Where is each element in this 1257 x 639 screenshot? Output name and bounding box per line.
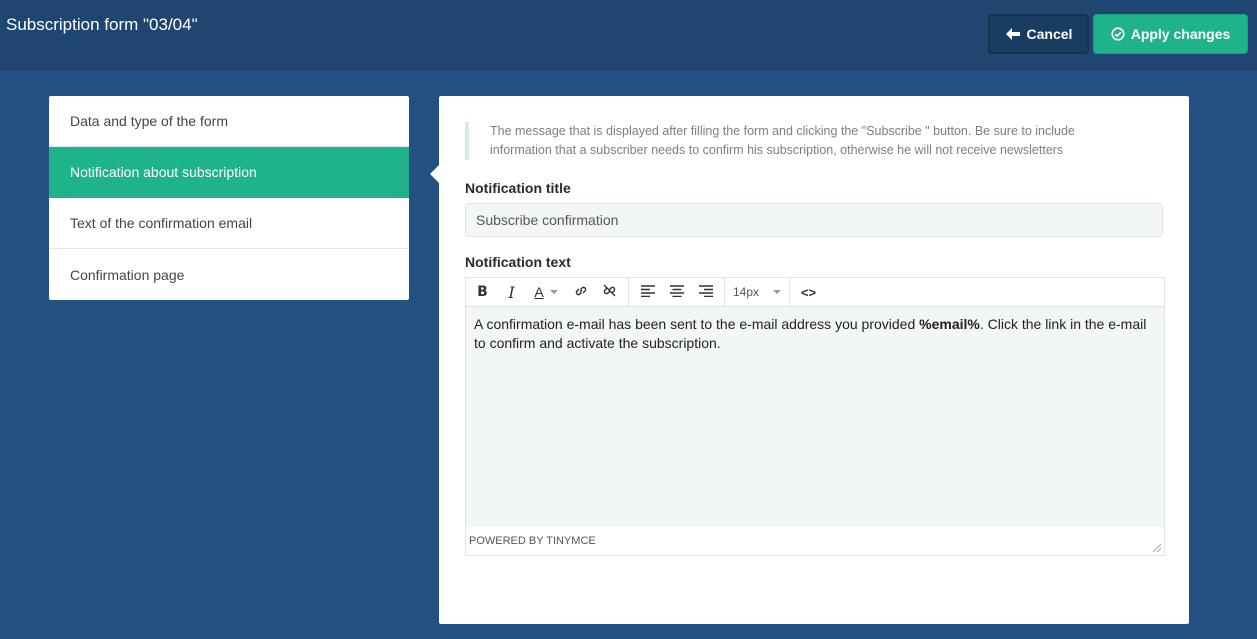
chevron-down-icon: [549, 290, 558, 294]
sidebar-item-notification[interactable]: Notification about subscription: [49, 147, 409, 198]
align-center-icon: [669, 284, 684, 300]
apply-changes-label: Apply changes: [1130, 26, 1231, 42]
remove-link-button[interactable]: [595, 278, 624, 307]
page-title: Subscription form "03/04": [6, 15, 198, 34]
sidebar-item-label: Notification about subscription: [70, 164, 257, 180]
align-left-button[interactable]: [633, 278, 662, 307]
arrow-left-icon: [1005, 27, 1021, 41]
resize-handle-icon[interactable]: [1153, 544, 1161, 552]
cancel-button[interactable]: Cancel: [988, 14, 1089, 54]
align-right-button[interactable]: [691, 278, 720, 307]
editor-content[interactable]: A confirmation e-mail has been sent to t…: [466, 307, 1164, 527]
content-text: A confirmation e-mail has been sent to t…: [474, 316, 920, 332]
sidebar-item-label: Confirmation page: [70, 266, 185, 283]
cancel-label: Cancel: [1026, 26, 1073, 42]
notification-text-label: Notification text: [465, 254, 571, 270]
notification-title-label: Notification title: [465, 180, 571, 196]
font-color-button[interactable]: A: [526, 278, 566, 307]
chevron-down-icon: [773, 290, 781, 294]
font-size-select[interactable]: 14px: [727, 285, 787, 299]
editor-statusbar: POWERED BY TINYMCE: [466, 527, 1164, 555]
link-icon: [574, 284, 588, 301]
editor-toolbar: B I A 14px <>: [466, 277, 1164, 307]
apply-changes-button[interactable]: Apply changes: [1093, 14, 1248, 54]
italic-button[interactable]: I: [497, 278, 526, 307]
steps-sidebar: Data and type of the form Notification a…: [49, 96, 409, 300]
rich-text-editor: B I A 14px <> A confirmation e-mail has …: [465, 277, 1165, 556]
sidebar-item-label: Text of the confirmation email: [70, 215, 253, 231]
panel-pointer: [430, 165, 439, 183]
notification-title-input[interactable]: [465, 203, 1163, 237]
source-code-button[interactable]: <>: [794, 278, 823, 307]
sidebar-item-label: Data and type of the form: [70, 113, 228, 129]
sidebar-item-data-and-type[interactable]: Data and type of the form: [49, 96, 409, 147]
unlink-icon: [602, 283, 617, 301]
hint-text: The message that is displayed after fill…: [465, 122, 1135, 160]
sidebar-item-confirmation-email[interactable]: Text of the confirmation email: [49, 198, 409, 249]
powered-by-text: POWERED BY TINYMCE: [469, 535, 596, 547]
font-size-value: 14px: [733, 285, 760, 299]
align-right-icon: [698, 284, 713, 300]
bold-button[interactable]: B: [468, 278, 497, 307]
settings-panel: The message that is displayed after fill…: [439, 96, 1189, 624]
insert-link-button[interactable]: [566, 278, 595, 307]
sidebar-item-confirmation-page[interactable]: Confirmation page: [49, 249, 409, 300]
align-left-icon: [640, 284, 655, 300]
top-bar: Subscription form "03/04" Cancel Apply c…: [0, 0, 1257, 71]
align-center-button[interactable]: [662, 278, 691, 307]
font-color-icon: A: [534, 284, 544, 300]
email-placeholder: %email%: [919, 316, 980, 332]
check-circle-icon: [1111, 27, 1125, 41]
